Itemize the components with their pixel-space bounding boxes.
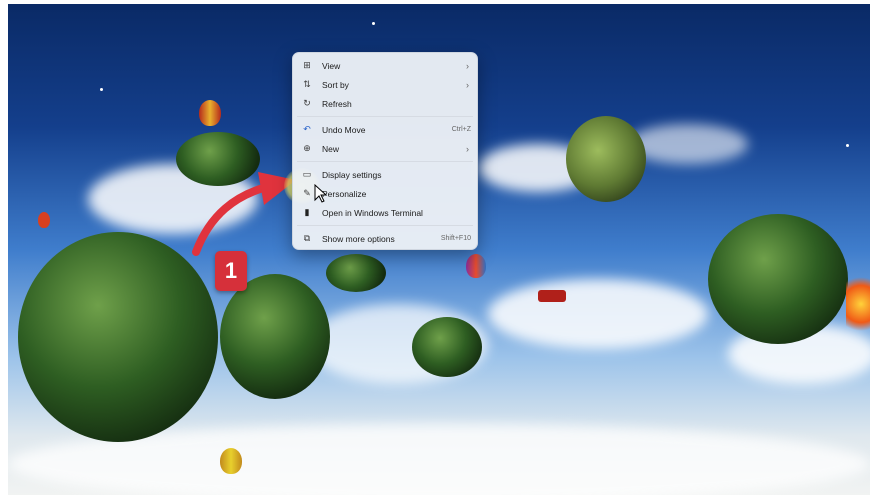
chevron-right-icon: › bbox=[466, 143, 469, 154]
menu-item-label: Show more options bbox=[322, 233, 395, 244]
menu-item-label: View bbox=[322, 60, 341, 71]
menu-item-new[interactable]: ⊕ New › bbox=[297, 139, 473, 158]
menu-item-label: Personalize bbox=[322, 188, 367, 199]
refresh-icon: ↻ bbox=[303, 98, 311, 108]
menu-item-shortcut: Shift+F10 bbox=[440, 235, 471, 242]
menu-item-show-more-options[interactable]: ⧉ Show more options Shift+F10 bbox=[297, 229, 473, 248]
menu-item-label: Refresh bbox=[322, 98, 352, 109]
menu-item-shortcut: Ctrl+Z bbox=[451, 126, 471, 133]
view-grid-icon: ⊞ bbox=[303, 60, 311, 70]
terminal-icon: ▮ bbox=[304, 207, 310, 217]
menu-separator bbox=[297, 116, 473, 117]
step-number-badge: 1 bbox=[215, 251, 247, 291]
desktop-context-menu: ⊞ View › ⇅ Sort by › ↻ Refresh ↶ Undo Mo… bbox=[292, 52, 478, 250]
menu-item-label: New bbox=[322, 143, 340, 154]
chevron-right-icon: › bbox=[466, 60, 469, 71]
menu-item-label: Display settings bbox=[322, 169, 382, 180]
sort-icon: ⇅ bbox=[303, 79, 311, 89]
undo-icon: ↶ bbox=[303, 124, 311, 134]
menu-item-label: Open in Windows Terminal bbox=[322, 207, 423, 218]
menu-item-undo-move[interactable]: ↶ Undo Move Ctrl+Z bbox=[297, 120, 473, 139]
menu-separator bbox=[297, 161, 473, 162]
mouse-pointer-icon bbox=[314, 184, 328, 203]
new-plus-icon: ⊕ bbox=[303, 143, 311, 153]
menu-item-open-in-terminal[interactable]: ▮ Open in Windows Terminal bbox=[297, 203, 473, 222]
menu-item-sort-by[interactable]: ⇅ Sort by › bbox=[297, 75, 473, 94]
personalize-brush-icon: ✎ bbox=[303, 188, 311, 198]
menu-separator bbox=[297, 225, 473, 226]
menu-item-display-settings[interactable]: ▭ Display settings bbox=[297, 165, 473, 184]
more-options-icon: ⧉ bbox=[303, 233, 311, 243]
display-settings-icon: ▭ bbox=[302, 169, 312, 179]
menu-item-view[interactable]: ⊞ View › bbox=[297, 56, 473, 75]
chevron-right-icon: › bbox=[466, 79, 469, 90]
menu-item-label: Sort by bbox=[322, 79, 349, 90]
menu-item-label: Undo Move bbox=[322, 124, 366, 135]
menu-item-refresh[interactable]: ↻ Refresh bbox=[297, 94, 473, 113]
